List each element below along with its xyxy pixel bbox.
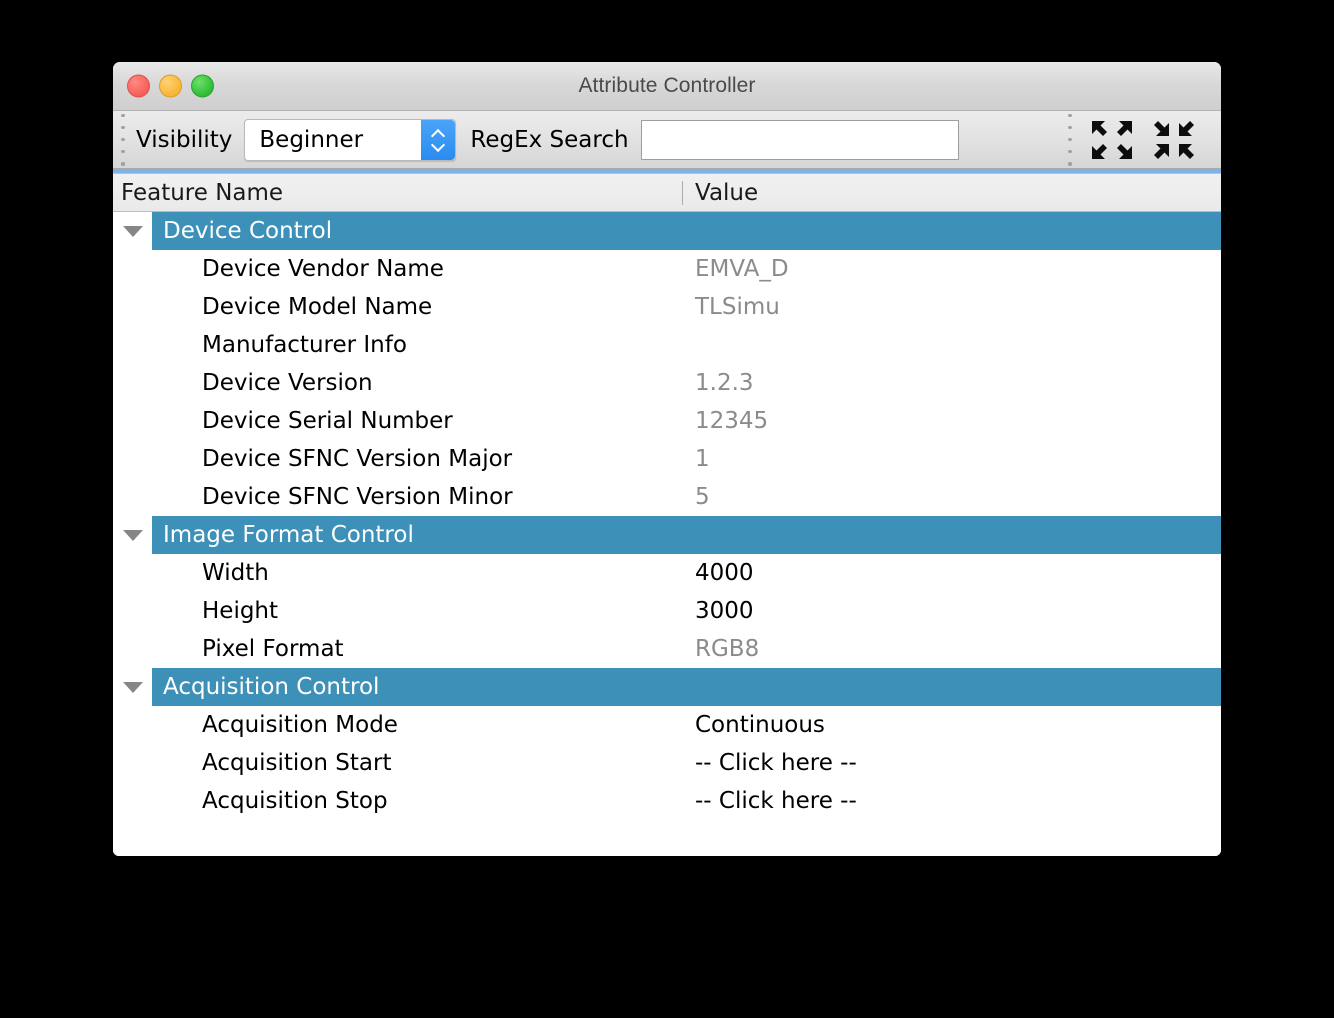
- column-header-feature-name[interactable]: Feature Name: [113, 180, 682, 206]
- column-header-value[interactable]: Value: [683, 180, 1221, 206]
- feature-name-cell: Device Model Name: [202, 294, 433, 320]
- feature-row[interactable]: Device Model Name TLSimu: [113, 288, 1221, 326]
- feature-name-cell: Device SFNC Version Minor: [202, 484, 513, 510]
- feature-name-cell: Device Vendor Name: [202, 256, 444, 282]
- feature-row[interactable]: Pixel Format RGB8: [113, 630, 1221, 668]
- feature-row[interactable]: Manufacturer Info: [113, 326, 1221, 364]
- toolbar-grip-right[interactable]: [1063, 113, 1077, 166]
- feature-row[interactable]: Device SFNC Version Minor 5: [113, 478, 1221, 516]
- feature-name-cell: Acquisition Start: [202, 750, 392, 776]
- chevron-up-icon: [432, 130, 445, 138]
- feature-row[interactable]: Width 4000: [113, 554, 1221, 592]
- toolbar-grip-left[interactable]: [116, 113, 130, 166]
- feature-value-cell[interactable]: Continuous: [682, 712, 1221, 738]
- triangle-down-icon: [122, 681, 143, 693]
- feature-group-label: Device Control: [163, 218, 333, 244]
- feature-group-label: Acquisition Control: [163, 674, 380, 700]
- regex-search-input[interactable]: [640, 119, 959, 160]
- feature-row[interactable]: Acquisition Start -- Click here --: [113, 744, 1221, 782]
- feature-name-cell: Acquisition Stop: [202, 788, 388, 814]
- expand-all-button[interactable]: [1081, 114, 1143, 166]
- feature-name-cell: Device Serial Number: [202, 408, 453, 434]
- attribute-controller-window: Attribute Controller Visibility Beginner…: [113, 62, 1221, 856]
- triangle-down-icon: [122, 529, 143, 541]
- feature-group-bar: Acquisition Control: [152, 668, 1221, 706]
- feature-name-cell: Device Version: [202, 370, 373, 396]
- feature-row[interactable]: Device Serial Number 12345: [113, 402, 1221, 440]
- traffic-lights: [127, 74, 214, 98]
- feature-name-cell: Height: [202, 598, 279, 624]
- feature-value-cell: 1: [695, 446, 710, 472]
- feature-row[interactable]: Device Vendor Name EMVA_D: [113, 250, 1221, 288]
- feature-name-cell: Device SFNC Version Major: [202, 446, 513, 472]
- visibility-label: Visibility: [136, 126, 233, 153]
- feature-group-row[interactable]: Acquisition Control: [113, 668, 1221, 706]
- close-button[interactable]: [127, 74, 150, 98]
- feature-row[interactable]: Height 3000: [113, 592, 1221, 630]
- window-title: Attribute Controller: [578, 74, 756, 97]
- feature-value-cell[interactable]: 3000: [682, 598, 1221, 624]
- feature-value-cell: TLSimu: [695, 294, 780, 320]
- feature-value-cell: 5: [695, 484, 710, 510]
- feature-group-row[interactable]: Device Control: [113, 212, 1221, 250]
- expand-all-icon: [1092, 120, 1132, 159]
- visibility-select-value: Beginner: [259, 126, 364, 153]
- feature-group-bar: Image Format Control: [152, 516, 1221, 554]
- feature-value-cell: 12345: [695, 408, 769, 434]
- toolbar: Visibility Beginner RegEx Search: [113, 111, 1221, 169]
- feature-row[interactable]: Device SFNC Version Major 1: [113, 440, 1221, 478]
- feature-value-cell: RGB8: [695, 636, 760, 662]
- chevron-down-icon: [432, 141, 445, 149]
- table-header: Feature Name Value: [113, 174, 1221, 212]
- feature-value-cell: EMVA_D: [695, 256, 789, 282]
- feature-group-label: Image Format Control: [163, 522, 414, 548]
- collapse-all-icon: [1154, 120, 1194, 159]
- feature-name-cell: Manufacturer Info: [202, 332, 407, 358]
- feature-name-cell: Acquisition Mode: [202, 712, 398, 738]
- feature-value-cell: 1.2.3: [695, 370, 754, 396]
- disclosure-triangle-button[interactable]: [113, 529, 152, 541]
- feature-row[interactable]: Acquisition Mode Continuous: [113, 706, 1221, 744]
- window-titlebar: Attribute Controller: [113, 62, 1221, 111]
- maximize-button[interactable]: [191, 74, 214, 98]
- feature-name-cell: Pixel Format: [202, 636, 344, 662]
- disclosure-triangle-button[interactable]: [113, 681, 152, 693]
- feature-row[interactable]: Acquisition Stop -- Click here --: [113, 782, 1221, 820]
- feature-group-row[interactable]: Image Format Control: [113, 516, 1221, 554]
- feature-value-cell[interactable]: -- Click here --: [682, 788, 1221, 814]
- visibility-select[interactable]: Beginner: [244, 118, 457, 161]
- feature-row[interactable]: Device Version 1.2.3: [113, 364, 1221, 402]
- regex-search-label: RegEx Search: [470, 126, 629, 153]
- feature-group-bar: Device Control: [152, 212, 1221, 250]
- disclosure-triangle-button[interactable]: [113, 225, 152, 237]
- triangle-down-icon: [122, 225, 143, 237]
- feature-name-cell: Width: [202, 560, 269, 586]
- collapse-all-button[interactable]: [1143, 114, 1205, 166]
- minimize-button[interactable]: [159, 74, 182, 98]
- chevron-updown-icon[interactable]: [421, 119, 456, 160]
- feature-value-cell[interactable]: 4000: [682, 560, 1221, 586]
- table-body: Device Control Device Vendor Name EMVA_D De…: [113, 212, 1221, 856]
- feature-value-cell[interactable]: -- Click here --: [682, 750, 1221, 776]
